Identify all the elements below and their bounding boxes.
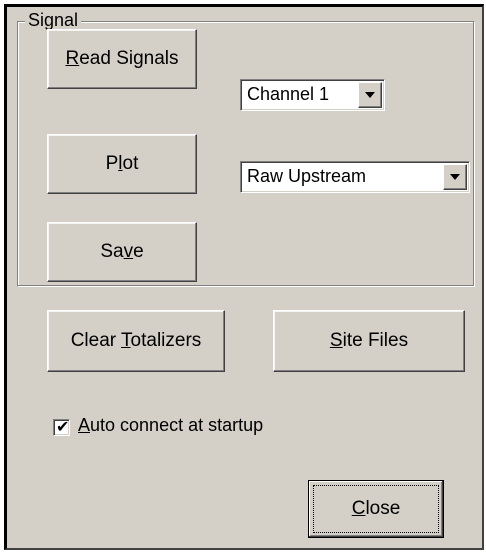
auto-connect-checkbox[interactable]: ✔ — [53, 417, 70, 436]
site-files-button[interactable]: Site Files — [273, 310, 465, 372]
save-button[interactable]: Save — [47, 222, 197, 282]
channel-dropdown-button[interactable] — [358, 82, 382, 108]
channel-select-value: Channel 1 — [247, 84, 330, 104]
plot-label: Plot — [105, 153, 139, 174]
clear-totalizers-button[interactable]: Clear Totalizers — [47, 310, 225, 372]
channel-select[interactable]: Channel 1 — [240, 79, 385, 111]
signal-type-select-value: Raw Upstream — [247, 166, 367, 186]
plot-button[interactable]: Plot — [47, 134, 197, 194]
auto-connect-label[interactable]: Auto connect at startup — [78, 415, 263, 436]
save-label: Save — [100, 241, 144, 262]
read-signals-label: Read Signals — [65, 48, 179, 69]
signal-type-select[interactable]: Raw Upstream — [240, 161, 470, 193]
focus-rectangle — [313, 485, 439, 533]
signal-type-dropdown-button[interactable] — [443, 164, 467, 190]
read-signals-button[interactable]: Read Signals — [47, 29, 197, 89]
clear-totalizers-label: Clear Totalizers — [70, 330, 202, 351]
chevron-down-icon — [365, 92, 375, 98]
close-button[interactable]: Close — [308, 480, 444, 538]
checkmark-icon: ✔ — [56, 417, 70, 436]
signal-group-title: Signal — [25, 9, 82, 31]
site-files-label: Site Files — [329, 330, 409, 351]
chevron-down-icon — [450, 174, 460, 180]
